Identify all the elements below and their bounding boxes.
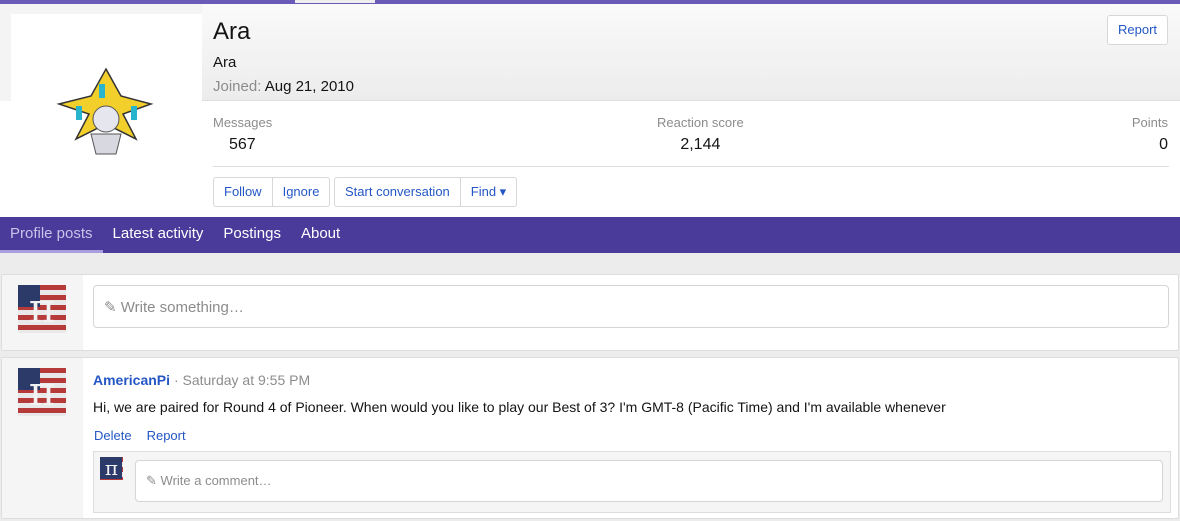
- user-avatar[interactable]: π: [18, 285, 66, 333]
- write-comment-input[interactable]: ✎ Write a comment…: [135, 460, 1163, 502]
- divider: [213, 166, 1169, 167]
- post-meta: AmericanPi · Saturday at 9:55 PM: [93, 372, 310, 388]
- profile-username: Ara: [213, 18, 251, 45]
- delete-link[interactable]: Delete: [94, 428, 132, 443]
- follow-ignore-group: Follow Ignore: [213, 177, 331, 207]
- tab-postings[interactable]: Postings: [213, 217, 291, 253]
- stat-label: Messages: [213, 115, 273, 130]
- profile-post: π AmericanPi · Saturday at 9:55 PM Hi, w…: [1, 357, 1179, 519]
- stat-messages: Messages 567: [213, 115, 272, 154]
- joined-label: Joined:: [213, 78, 262, 95]
- comment-avatar: π: [100, 457, 123, 480]
- stat-value: 2,144: [680, 136, 721, 153]
- stat-label: Points: [1131, 115, 1168, 130]
- find-dropdown-button[interactable]: Find ▾: [459, 178, 516, 206]
- post-actions: Delete Report: [94, 428, 186, 443]
- profile-header: Ara Ara Joined: Aug 21, 2010 Report Mess…: [0, 4, 1180, 217]
- placeholder: Write something…: [120, 299, 244, 316]
- comment-area: π ✎ Write a comment…: [93, 451, 1171, 513]
- tab-latest-activity[interactable]: Latest activity: [103, 217, 214, 253]
- pencil-icon: ✎: [146, 473, 157, 488]
- write-something-input[interactable]: ✎ Write something…: [93, 285, 1169, 328]
- stat-reaction-score: Reaction score 2,144: [657, 115, 744, 154]
- conversation-find-group: Start conversation Find ▾: [334, 177, 518, 207]
- tab-profile-posts[interactable]: Profile posts: [0, 217, 103, 253]
- post-composer: π ✎ Write something…: [1, 274, 1179, 351]
- stat-label: Reaction score: [657, 115, 744, 130]
- post-body: Hi, we are paired for Round 4 of Pioneer…: [93, 399, 946, 415]
- stat-points: Points 0: [1132, 115, 1168, 154]
- stat-value: 567: [229, 136, 256, 153]
- report-link[interactable]: Report: [147, 428, 186, 443]
- author-link[interactable]: AmericanPi: [93, 372, 170, 388]
- start-conversation-button[interactable]: Start conversation: [335, 178, 460, 206]
- tab-about[interactable]: About: [291, 217, 350, 253]
- ignore-button[interactable]: Ignore: [271, 178, 330, 206]
- profile-tabs: Profile posts Latest activity Postings A…: [0, 217, 1180, 253]
- joined-info: Joined: Aug 21, 2010: [213, 78, 354, 95]
- profile-avatar[interactable]: [11, 14, 202, 214]
- joined-date: Aug 21, 2010: [264, 78, 354, 95]
- pencil-icon: ✎: [104, 299, 117, 316]
- post-time[interactable]: · Saturday at 9:55 PM: [174, 372, 310, 388]
- author-avatar[interactable]: π: [18, 368, 66, 416]
- report-button[interactable]: Report: [1107, 15, 1168, 45]
- stat-value: 0: [1159, 136, 1168, 153]
- user-title: Ara: [213, 54, 237, 71]
- follow-button[interactable]: Follow: [214, 178, 272, 206]
- placeholder: Write a comment…: [160, 473, 272, 488]
